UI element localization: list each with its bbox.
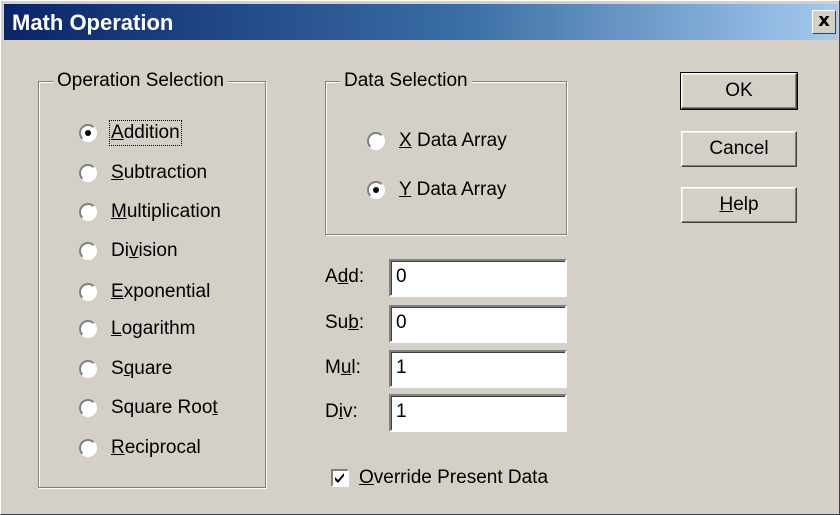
operation-radio-6[interactable]: Square — [79, 354, 172, 384]
override-label: Override Present Data — [359, 467, 549, 488]
operation-radio-label: Square — [111, 358, 173, 379]
operation-radio-label: Reciprocal — [111, 437, 201, 458]
div-input[interactable]: 1 — [389, 394, 567, 432]
mul-input[interactable]: 1 — [389, 350, 567, 388]
data-selection-label: Data Selection — [340, 69, 472, 93]
math-operation-dialog: Math Operation x Operation Selection Add… — [0, 0, 840, 515]
radio-button-icon[interactable] — [79, 320, 97, 338]
operation-radio-label: Logarithm — [111, 318, 196, 339]
operation-radio-label: Addition — [109, 120, 182, 146]
operation-selection-label: Operation Selection — [53, 69, 228, 93]
operation-radio-label: Square Root — [111, 397, 218, 418]
radio-button-icon[interactable] — [367, 132, 385, 150]
operation-radio-1[interactable]: Subtraction — [79, 158, 207, 188]
operation-radio-3[interactable]: Division — [79, 236, 178, 266]
add-label: Add: — [325, 266, 365, 287]
operation-radio-label: Subtraction — [111, 162, 208, 183]
operation-radio-label: Division — [111, 240, 178, 261]
sub-label: Sub: — [325, 312, 365, 333]
radio-button-icon[interactable] — [79, 360, 97, 378]
radio-button-icon[interactable] — [79, 399, 97, 417]
window-title: Math Operation — [12, 10, 174, 35]
operation-radio-label: Multiplication — [111, 201, 221, 222]
help-button[interactable]: Help — [681, 187, 797, 223]
radio-button-icon[interactable] — [79, 242, 97, 260]
data-array-radio-1[interactable]: Y Data Array — [367, 175, 506, 205]
operation-radio-5[interactable]: Logarithm — [79, 314, 196, 344]
add-input[interactable]: 0 — [389, 259, 567, 297]
div-label: Div: — [325, 401, 358, 422]
radio-button-icon[interactable] — [79, 283, 97, 301]
radio-button-icon[interactable] — [79, 439, 97, 457]
close-button[interactable]: x — [812, 10, 836, 34]
cancel-button[interactable]: Cancel — [681, 131, 797, 167]
data-array-radio-label: Y Data Array — [399, 179, 507, 200]
operation-radio-8[interactable]: Reciprocal — [79, 433, 201, 463]
data-selection-group: Data Selection — [325, 69, 567, 235]
radio-button-icon[interactable] — [79, 203, 97, 221]
operation-radio-2[interactable]: Multiplication — [79, 197, 221, 227]
checkbox-box[interactable] — [331, 469, 349, 487]
override-present-data-checkbox[interactable]: Override Present Data — [331, 467, 548, 489]
title-bar: Math Operation x — [4, 4, 838, 40]
operation-radio-label: Exponential — [111, 281, 211, 302]
mul-label: Mul: — [325, 357, 361, 378]
checkmark-icon — [335, 473, 344, 483]
operation-radio-7[interactable]: Square Root — [79, 393, 218, 423]
operation-radio-4[interactable]: Exponential — [79, 277, 210, 307]
radio-button-icon[interactable] — [79, 164, 97, 182]
radio-button-icon[interactable] — [367, 181, 385, 199]
data-array-radio-label: X Data Array — [399, 130, 507, 151]
ok-button[interactable]: OK — [680, 72, 798, 110]
sub-input[interactable]: 0 — [389, 305, 567, 343]
help-button-label: Help — [719, 194, 759, 215]
operation-radio-0[interactable]: Addition — [79, 118, 182, 148]
data-array-radio-0[interactable]: X Data Array — [367, 126, 507, 156]
radio-button-icon[interactable] — [79, 124, 97, 142]
